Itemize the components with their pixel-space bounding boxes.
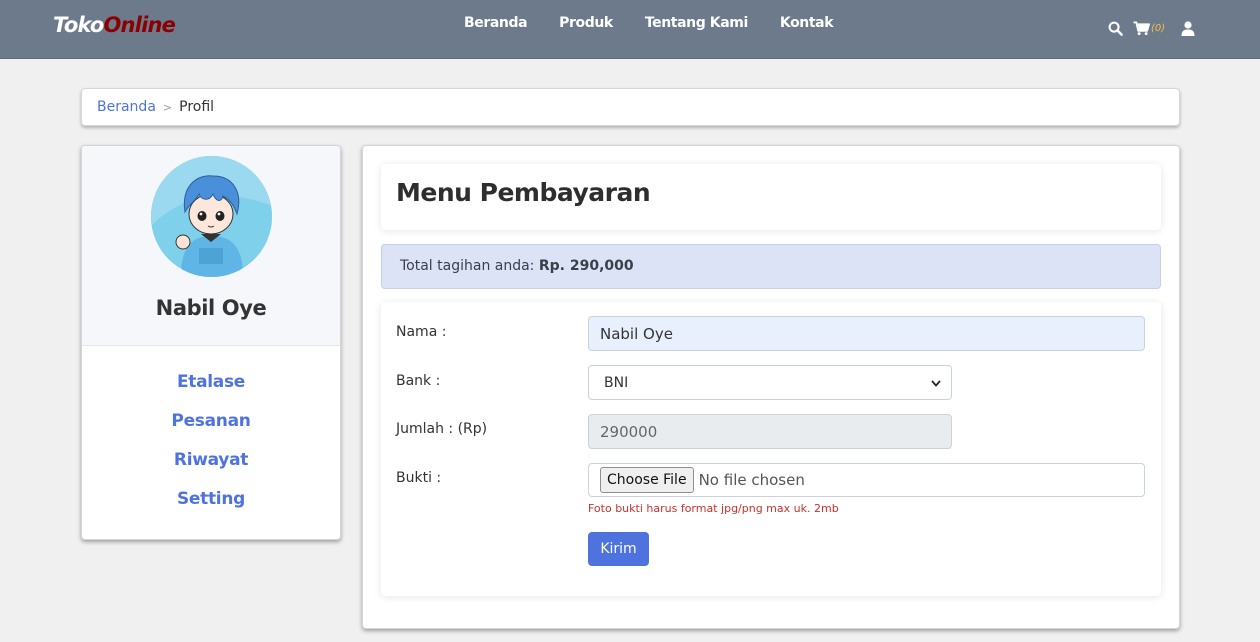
file-help-text: Foto bukti harus format jpg/png max uk. … [588,502,839,515]
brand-part-2: Online [103,13,176,37]
submit-button[interactable]: Kirim [588,532,649,566]
name-field[interactable]: Nabil Oye [588,316,1145,351]
user-icon[interactable] [1181,20,1195,36]
nav-icons: (0) [1108,18,1195,38]
profile-menu-item: Riwayat [82,450,340,489]
profile-menu-setting[interactable]: Setting [177,489,245,509]
bank-select-value: BNI [604,374,629,391]
nav-link-tentang-kami[interactable]: Tentang Kami [645,15,748,31]
profile-name: Nabil Oye [155,296,267,320]
breadcrumb-home-link[interactable]: Beranda [97,99,156,115]
profile-menu-item: Etalase [82,372,340,411]
breadcrumb-separator-icon: > [162,100,173,114]
profile-menu-etalase[interactable]: Etalase [177,372,245,392]
total-bill-amount: Rp. 290,000 [538,258,634,274]
payment-form: Nama : Nabil Oye Bank : BNI Jumlah : (Rp… [381,302,1161,596]
cart-button[interactable]: (0) [1133,20,1166,36]
profile-menu: Etalase Pesanan Riwayat Setting [82,346,340,528]
brand-part-1: Toko [53,13,104,37]
cart-count: (0) [1151,22,1166,34]
profile-menu-item: Pesanan [82,411,340,450]
profile-card: Nabil Oye Etalase Pesanan Riwayat Settin… [81,145,341,540]
chevron-down-icon [931,375,941,391]
bank-select[interactable]: BNI [588,365,952,400]
amount-field-value: 290000 [600,422,658,441]
search-icon[interactable] [1108,21,1123,36]
file-status: No file chosen [698,471,805,489]
name-field-value: Nabil Oye [600,324,673,343]
navbar: TokoOnline Beranda Produk Tentang Kami K… [0,0,1260,59]
nav-link-produk[interactable]: Produk [559,15,613,31]
avatar [151,156,272,277]
nav-link-beranda[interactable]: Beranda [464,15,528,31]
bank-label: Bank : [396,373,441,389]
breadcrumb-current: Profil [179,99,215,115]
nav-link-kontak[interactable]: Kontak [780,15,834,31]
total-bill-label: Total tagihan anda: [400,258,539,274]
profile-menu-riwayat[interactable]: Riwayat [174,450,248,470]
amount-label: Jumlah : (Rp) [396,421,488,437]
proof-label: Bukti : [396,470,442,486]
profile-header: Nabil Oye [82,146,340,346]
breadcrumb: Beranda > Profil [81,88,1180,126]
proof-file-input[interactable]: Choose File No file chosen [588,463,1145,497]
payment-card: Menu Pembayaran Total tagihan anda: Rp. … [362,145,1180,629]
title-box: Menu Pembayaran [381,164,1161,230]
choose-file-button[interactable]: Choose File [600,467,694,493]
name-label: Nama : [396,324,447,340]
nav-links: Beranda Produk Tentang Kami Kontak [464,15,865,31]
profile-menu-pesanan[interactable]: Pesanan [171,411,250,431]
amount-field: 290000 [588,414,952,449]
page-title: Menu Pembayaran [396,178,651,207]
brand-logo[interactable]: TokoOnline [53,13,176,37]
cart-icon [1133,20,1150,36]
profile-menu-item: Setting [82,489,340,528]
total-bill-alert: Total tagihan anda: Rp. 290,000 [381,244,1161,289]
